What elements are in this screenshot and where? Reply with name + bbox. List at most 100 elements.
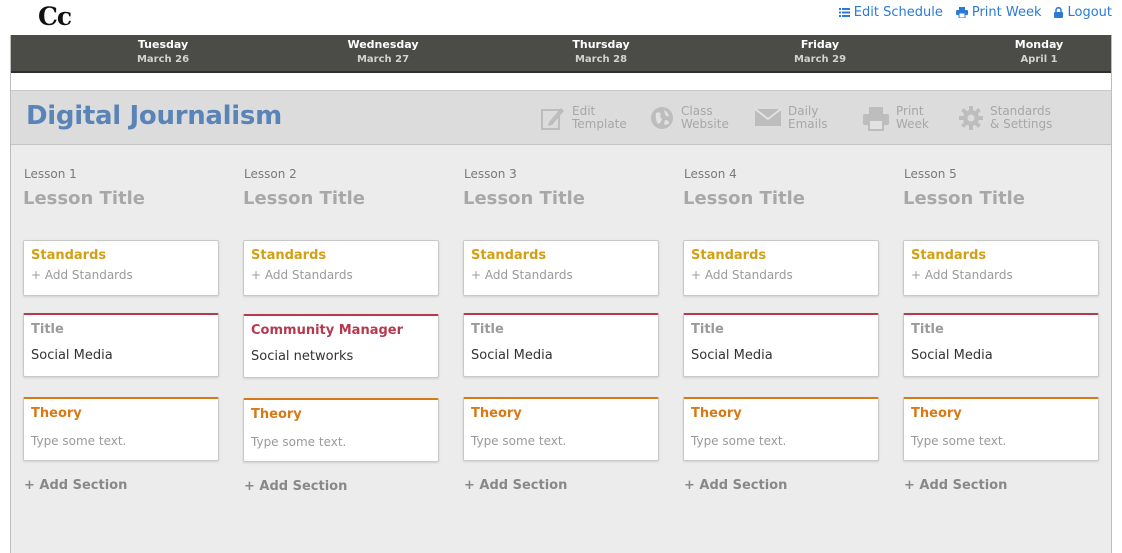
standards-card[interactable]: Standards + Add Standards: [903, 240, 1099, 296]
day-tab-3[interactable]: Thursday March 28: [526, 38, 676, 68]
tool-label-line2: & Settings: [990, 117, 1053, 131]
lesson-number: Lesson 1: [24, 167, 77, 181]
print-week-label: Print Week: [971, 5, 1042, 20]
title-heading: Title: [911, 322, 944, 337]
add-standards-link[interactable]: + Add Standards: [251, 268, 353, 282]
theory-text-field[interactable]: Type some text.: [251, 435, 346, 449]
theory-heading: Theory: [251, 407, 302, 422]
class-title: Digital Journalism: [26, 101, 282, 131]
day-name: Tuesday: [137, 38, 189, 51]
lesson-title[interactable]: Lesson Title: [903, 188, 1025, 209]
add-section-button[interactable]: + Add Section: [684, 478, 787, 493]
list-icon: [838, 7, 850, 18]
edit-template-button[interactable]: Edit Template: [540, 105, 627, 131]
print-week-link[interactable]: Print Week: [955, 5, 1042, 20]
title-card[interactable]: Title Social Media: [463, 313, 659, 377]
title-card[interactable]: Title Social Media: [23, 313, 219, 377]
theory-card[interactable]: Theory Type some text.: [243, 398, 439, 462]
gear-icon: [958, 105, 984, 131]
day-name: Monday: [1014, 38, 1064, 51]
lesson-title[interactable]: Lesson Title: [683, 188, 805, 209]
print-week-button[interactable]: Print Week: [862, 105, 929, 131]
logout-link[interactable]: Logout: [1054, 5, 1112, 20]
title-heading: Title: [691, 322, 724, 337]
standards-card[interactable]: Standards + Add Standards: [243, 240, 439, 296]
top-links: Edit Schedule Print Week Logout: [838, 5, 1112, 20]
edit-schedule-label: Edit Schedule: [853, 5, 943, 20]
theory-text-field[interactable]: Type some text.: [691, 434, 786, 448]
title-card[interactable]: Title Social Media: [683, 313, 879, 377]
envelope-icon: [754, 105, 782, 129]
title-heading: Community Manager: [251, 323, 404, 338]
add-section-button[interactable]: + Add Section: [24, 478, 127, 493]
add-section-button[interactable]: + Add Section: [464, 478, 567, 493]
theory-text-field[interactable]: Type some text.: [31, 434, 126, 448]
lesson-number: Lesson 3: [464, 167, 517, 181]
day-tab-5[interactable]: Monday April 1: [964, 38, 1114, 68]
day-tab-2[interactable]: Wednesday March 27: [308, 38, 458, 68]
day-bar: Tuesday March 26 Wednesday March 27 Thur…: [11, 35, 1111, 73]
class-header: Digital Journalism Edit Template Class W…: [11, 91, 1111, 145]
daily-emails-button[interactable]: Daily Emails: [754, 105, 828, 131]
title-heading: Title: [31, 322, 64, 337]
theory-card[interactable]: Theory Type some text.: [23, 397, 219, 461]
add-section-button[interactable]: + Add Section: [904, 478, 1007, 493]
theory-text-field[interactable]: Type some text.: [911, 434, 1006, 448]
add-standards-link[interactable]: + Add Standards: [31, 268, 133, 282]
planner: Tuesday March 26 Wednesday March 27 Thur…: [10, 35, 1112, 553]
lesson-title[interactable]: Lesson Title: [463, 188, 585, 209]
lesson-number: Lesson 5: [904, 167, 957, 181]
theory-text-field[interactable]: Type some text.: [471, 434, 566, 448]
title-card[interactable]: Community Manager Social networks: [243, 314, 439, 378]
app-logo: Cc: [38, 2, 72, 31]
spacer: [11, 73, 1111, 91]
theory-card[interactable]: Theory Type some text.: [903, 397, 1099, 461]
standards-heading: Standards: [31, 248, 107, 263]
standards-heading: Standards: [471, 248, 547, 263]
standards-heading: Standards: [251, 248, 327, 263]
title-value[interactable]: Social Media: [911, 348, 993, 363]
theory-heading: Theory: [911, 406, 962, 421]
tool-label-line2: Website: [681, 117, 729, 131]
standards-card[interactable]: Standards + Add Standards: [23, 240, 219, 296]
standards-settings-button[interactable]: Standards & Settings: [958, 105, 1052, 131]
day-name: Friday: [800, 38, 840, 51]
day-date: March 28: [574, 54, 628, 65]
title-heading: Title: [471, 322, 504, 337]
theory-heading: Theory: [471, 406, 522, 421]
printer-icon: [862, 105, 890, 131]
tool-label-line2: Emails: [788, 117, 828, 131]
title-card[interactable]: Title Social Media: [903, 313, 1099, 377]
theory-card[interactable]: Theory Type some text.: [683, 397, 879, 461]
edit-schedule-link[interactable]: Edit Schedule: [838, 5, 943, 20]
standards-card[interactable]: Standards + Add Standards: [683, 240, 879, 296]
add-standards-link[interactable]: + Add Standards: [471, 268, 573, 282]
day-name: Thursday: [572, 38, 630, 51]
day-tab-1[interactable]: Tuesday March 26: [88, 38, 238, 68]
day-date: March 27: [356, 54, 410, 65]
theory-heading: Theory: [31, 406, 82, 421]
title-value[interactable]: Social Media: [691, 348, 773, 363]
logout-label: Logout: [1067, 5, 1112, 20]
printer-icon: [955, 7, 968, 18]
title-value[interactable]: Social Media: [31, 348, 113, 363]
edit-template-icon: [540, 105, 566, 131]
lesson-number: Lesson 2: [244, 167, 297, 181]
standards-heading: Standards: [691, 248, 767, 263]
lesson-title[interactable]: Lesson Title: [243, 188, 365, 209]
theory-heading: Theory: [691, 406, 742, 421]
title-value[interactable]: Social networks: [251, 349, 353, 364]
class-website-button[interactable]: Class Website: [649, 105, 729, 131]
lock-icon: [1054, 7, 1064, 18]
tool-label-line2: Week: [896, 117, 929, 131]
globe-icon: [649, 105, 675, 131]
standards-card[interactable]: Standards + Add Standards: [463, 240, 659, 296]
lesson-number: Lesson 4: [684, 167, 737, 181]
add-standards-link[interactable]: + Add Standards: [691, 268, 793, 282]
add-section-button[interactable]: + Add Section: [244, 479, 347, 494]
title-value[interactable]: Social Media: [471, 348, 553, 363]
lesson-title[interactable]: Lesson Title: [23, 188, 145, 209]
add-standards-link[interactable]: + Add Standards: [911, 268, 1013, 282]
day-tab-4[interactable]: Friday March 29: [745, 38, 895, 68]
theory-card[interactable]: Theory Type some text.: [463, 397, 659, 461]
